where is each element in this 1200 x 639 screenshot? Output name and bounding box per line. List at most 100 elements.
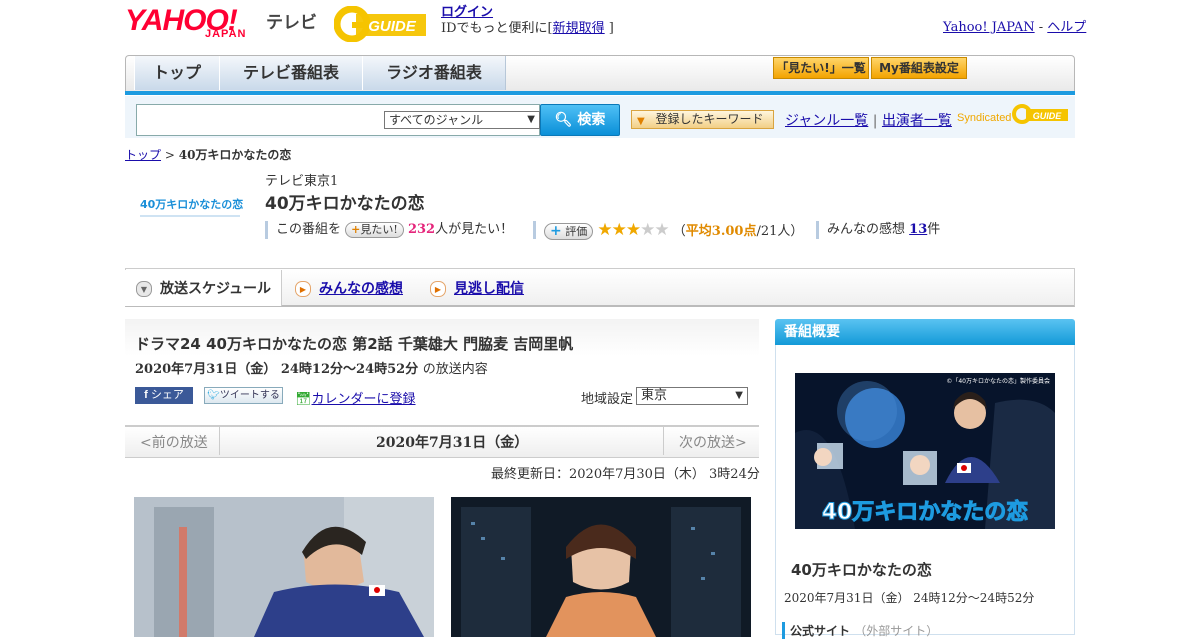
tab-streaming-label: 見逃し配信 — [454, 281, 524, 297]
breadcrumb-separator: > — [164, 148, 175, 162]
mitai-suffix: 人が見たい！ — [435, 222, 514, 237]
impressions-count[interactable]: 13 — [909, 222, 927, 237]
dropdown-arrow-icon: ▼ — [527, 114, 535, 125]
registered-keyword-label: 登録したキーワード — [655, 112, 764, 126]
station-name: テレビ東京1 — [265, 174, 339, 189]
list-links: ジャンル一覧 | 出演者一覧 — [785, 110, 952, 130]
facebook-share-button[interactable]: f シェア — [135, 387, 193, 404]
calendar-register-label: カレンダーに登録 — [311, 392, 416, 407]
mitai-button[interactable]: +見たい! — [345, 222, 404, 238]
region-select-value: 東京 — [641, 388, 668, 403]
key-visual-copyright: ©「40万キロかなたの恋」製作委員会 — [946, 377, 1050, 385]
play-icon: ▶ — [295, 281, 311, 297]
star-filled-icon: ★ — [597, 220, 612, 240]
plus-icon: + — [550, 223, 562, 239]
day-nav-divider — [663, 427, 664, 455]
rating-section: + 評価 ★★★★★ （平均3.00点/21人） — [533, 220, 804, 240]
rating-open: （ — [672, 224, 686, 239]
impressions-unit: 件 — [927, 222, 941, 237]
help-link[interactable]: ヘルプ — [1047, 20, 1086, 35]
play-icon: ▶ — [430, 281, 446, 297]
tab-top[interactable]: トップ — [134, 56, 220, 90]
triangle-down-icon: ▼ — [637, 116, 645, 127]
mitai-count: 232 — [407, 222, 436, 237]
genre-list-link[interactable]: ジャンル一覧 — [785, 113, 868, 129]
program-thumbnail-text: 40万キロかなたの恋 — [140, 198, 244, 211]
svg-text:GUIDE: GUIDE — [1033, 111, 1063, 121]
episode-datetime: 2020年7月31日（金） 24時12分～24時52分 の放送内容 — [135, 358, 488, 377]
chevron-down-icon: ▼ — [136, 281, 152, 297]
external-site-note: （外部サイト） — [854, 624, 939, 638]
sidebar-program-title: 40万キロかなたの恋 — [791, 561, 932, 579]
region-select[interactable]: 東京 ▼ — [636, 387, 748, 405]
my-listing-button[interactable]: My番組表設定 — [871, 57, 967, 79]
rating-count: /21人） — [756, 224, 804, 239]
star-empty-icon: ★ — [654, 220, 669, 240]
star-filled-icon: ★ — [611, 220, 627, 240]
rating-stars: ★★★★★ — [597, 220, 669, 240]
tv-logo-text[interactable]: テレビ — [266, 8, 317, 33]
episode-datetime-suffix: の放送内容 — [422, 362, 488, 377]
yahoo-japan-link[interactable]: Yahoo! JAPAN — [943, 20, 1035, 35]
tweet-label: ツイートする — [219, 390, 280, 401]
nav-accent-bar — [125, 91, 1075, 95]
breadcrumb: トップ > 40万キロかなたの恋 — [125, 146, 291, 163]
program-title: 40万キロかなたの恋 — [265, 194, 425, 214]
impressions-section: みんなの感想 13件 — [816, 221, 940, 239]
header-separator: - — [1034, 20, 1048, 35]
key-visual-caption: 40万キロかなたの恋 — [822, 499, 1029, 525]
official-site[interactable]: 公式サイト （外部サイト） — [782, 622, 938, 639]
signup-link[interactable]: 新規取得 — [553, 21, 605, 36]
breadcrumb-current: 40万キロかなたの恋 — [178, 148, 292, 162]
official-site-label: 公式サイト — [790, 624, 851, 638]
episode-photo-2 — [451, 497, 751, 637]
search-icon: 🔍︎ — [554, 112, 573, 128]
episode-photo-1 — [134, 497, 434, 637]
tab-tv-listings[interactable]: テレビ番組表 — [219, 56, 363, 90]
impressions-label: みんなの感想 — [827, 222, 906, 237]
next-broadcast-link[interactable]: 次の放送> — [679, 432, 747, 452]
login-note-suffix: ] — [608, 21, 614, 36]
twitter-bird-icon: 🐦︎ — [207, 390, 220, 401]
broadcast-day: 2020年7月31日（金） — [376, 435, 529, 451]
tab-radio-listings[interactable]: ラジオ番組表 — [362, 56, 506, 90]
genre-select-value: すべてのジャンル — [389, 113, 484, 127]
plus-icon: + — [351, 223, 361, 236]
login-note-prefix: IDでもっと便利に[ — [441, 21, 553, 36]
registered-keyword-button[interactable]: ▼ 登録したキーワード — [631, 110, 774, 129]
episode-title: ドラマ24 40万キロかなたの恋 第2話 千葉雄大 門脇麦 吉岡里帆 — [135, 335, 574, 353]
program-overview-header: 番組概要 — [775, 319, 1075, 345]
gguide-logo[interactable]: GUIDE — [333, 5, 430, 43]
genre-select[interactable]: すべてのジャンル ▼ — [384, 111, 540, 129]
tab-reviews[interactable]: ▶ みんなの感想 — [295, 278, 403, 298]
mitai-prefix: この番組を — [276, 222, 342, 237]
search-button-label: 検索 — [577, 112, 606, 128]
login-area: ログイン IDでもっと便利に[新規取得 ] — [441, 5, 614, 37]
top-right-links: Yahoo! JAPAN - ヘルプ — [943, 16, 1086, 35]
mitai-button-label: 見たい! — [360, 223, 398, 236]
calendar-register[interactable]: 📅︎カレンダーに登録 — [295, 388, 416, 407]
performer-list-link[interactable]: 出演者一覧 — [882, 113, 952, 129]
tab-streaming[interactable]: ▶ 見逃し配信 — [430, 278, 524, 298]
syndicated-gguide-logo: GUIDE — [1012, 104, 1068, 124]
episode-datetime-value: 2020年7月31日（金） 24時12分～24時52分 — [135, 362, 419, 377]
last-updated: 最終更新日：2020年7月30日（木） 3時24分 — [491, 467, 760, 482]
facebook-icon: f — [144, 389, 148, 401]
search-button[interactable]: 🔍︎ 検索 — [540, 104, 620, 136]
program-thumbnail: 40万キロかなたの恋 — [140, 196, 245, 222]
login-link[interactable]: ログイン — [441, 5, 493, 20]
syndicated-text: Syndicated — [957, 112, 1012, 124]
tweet-button[interactable]: 🐦︎ツイートする — [204, 387, 283, 404]
sidebar-datetime: 2020年7月31日（金） 24時12分～24時52分 — [784, 591, 1035, 605]
tab-schedule[interactable]: ▼ 放送スケジュール — [136, 278, 271, 298]
region-label: 地域設定 — [581, 392, 634, 407]
breadcrumb-home[interactable]: トップ — [125, 148, 161, 162]
prev-broadcast-link[interactable]: <前の放送 — [140, 432, 208, 452]
star-filled-icon: ★ — [625, 220, 641, 240]
calendar-plus-icon: 📅︎ — [295, 392, 312, 407]
rating-average: 平均3.00点 — [685, 224, 757, 239]
mitai-list-button[interactable]: 「見たい!」一覧 — [773, 57, 869, 79]
rate-button-label: 評価 — [565, 225, 588, 238]
tab-reviews-label: みんなの感想 — [319, 281, 403, 297]
rate-button[interactable]: + 評価 — [544, 223, 594, 240]
